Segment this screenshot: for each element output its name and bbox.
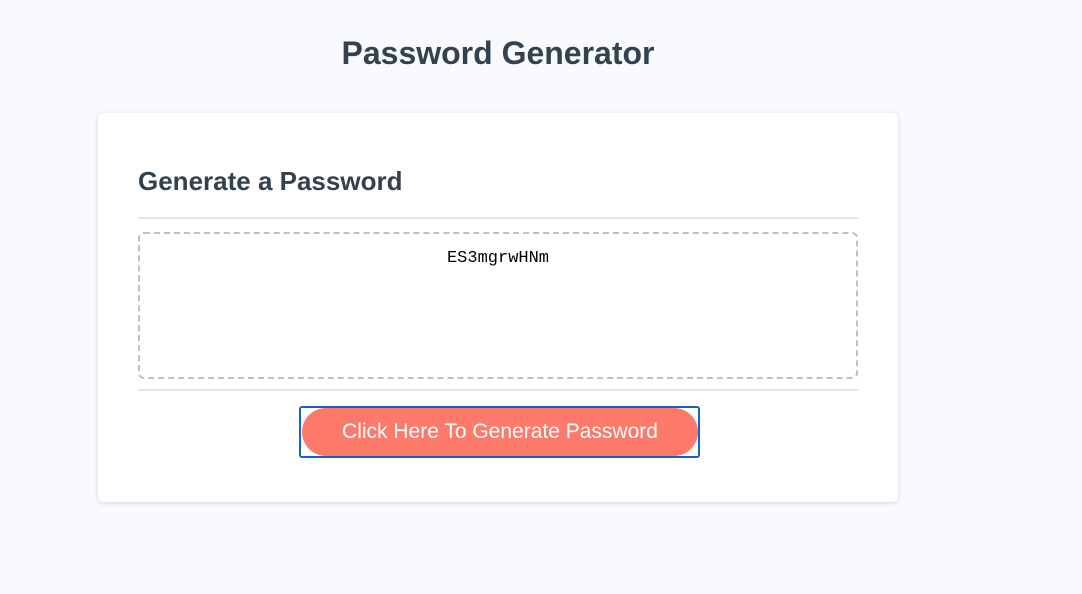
- card-title: Generate a Password: [138, 166, 403, 196]
- generator-card: Generate a Password ES3mgrwHNm Click Her…: [98, 113, 898, 502]
- page-title: Password Generator: [341, 35, 655, 71]
- generate-button-focus-ring: Click Here To Generate Password: [299, 406, 700, 458]
- card-footer-divider: [138, 389, 858, 391]
- generate-password-button[interactable]: Click Here To Generate Password: [302, 408, 698, 456]
- card-header: Generate a Password: [138, 113, 858, 219]
- password-output[interactable]: ES3mgrwHNm: [138, 232, 858, 379]
